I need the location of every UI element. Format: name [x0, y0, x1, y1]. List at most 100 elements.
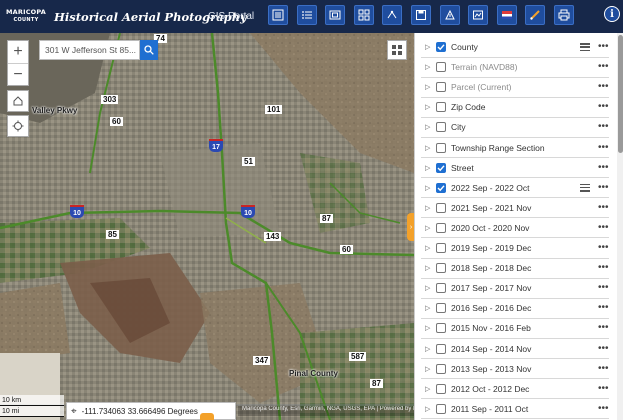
- drag-handle-icon[interactable]: [580, 224, 590, 232]
- more-options-icon[interactable]: •••: [598, 323, 612, 333]
- layer-row[interactable]: ▷ 2022 Sep - 2022 Oct •••: [415, 178, 614, 198]
- basemap-button[interactable]: [325, 5, 346, 25]
- more-options-icon[interactable]: •••: [598, 162, 612, 172]
- more-options-icon[interactable]: •••: [598, 363, 612, 373]
- drag-handle-icon[interactable]: [580, 204, 590, 212]
- drag-handle-icon[interactable]: [580, 123, 590, 131]
- expand-triangle-icon[interactable]: ▷: [425, 43, 433, 51]
- expand-triangle-icon[interactable]: ▷: [425, 324, 433, 332]
- layer-visibility-checkbox[interactable]: [436, 243, 446, 253]
- drag-handle-icon[interactable]: [580, 103, 590, 111]
- drag-handle-icon[interactable]: [580, 385, 590, 393]
- expand-triangle-icon[interactable]: ▷: [425, 385, 433, 393]
- more-options-icon[interactable]: •••: [598, 182, 612, 192]
- expand-triangle-icon[interactable]: ▷: [425, 103, 433, 111]
- expand-triangle-icon[interactable]: ▷: [425, 144, 433, 152]
- layer-visibility-checkbox[interactable]: [436, 283, 446, 294]
- layer-visibility-checkbox[interactable]: [436, 102, 446, 113]
- map-view[interactable]: 74 303 60 101 51 87 143 60 85 347 587 87…: [0, 33, 414, 420]
- layer-row[interactable]: ▷ 2011 Sep - 2011 Oct •••: [415, 399, 614, 419]
- expand-triangle-icon[interactable]: ▷: [425, 83, 433, 91]
- expand-bottom-tab[interactable]: [200, 413, 214, 420]
- widgets-button[interactable]: [353, 5, 374, 25]
- more-options-icon[interactable]: •••: [598, 142, 612, 152]
- layer-row[interactable]: ▷ Street •••: [415, 158, 614, 178]
- legend-button[interactable]: [268, 5, 288, 25]
- expand-triangle-icon[interactable]: ▷: [425, 164, 433, 172]
- more-options-icon[interactable]: •••: [598, 202, 612, 212]
- drag-handle-icon[interactable]: [580, 264, 590, 272]
- more-options-icon[interactable]: •••: [598, 222, 612, 232]
- layer-row[interactable]: ▷ 2016 Sep - 2016 Dec •••: [415, 298, 614, 318]
- select-button[interactable]: [439, 5, 460, 25]
- maricopa-county-logo[interactable]: MARICOPA COUNTY: [4, 0, 48, 33]
- more-options-icon[interactable]: •••: [598, 283, 612, 293]
- layer-visibility-checkbox[interactable]: [436, 182, 446, 193]
- expand-triangle-icon[interactable]: ▷: [425, 405, 433, 413]
- collapse-panel-tab[interactable]: ›: [407, 213, 414, 241]
- layer-row[interactable]: ▷ Terrain (NAVD88) •••: [415, 57, 614, 77]
- layer-row[interactable]: ▷ 2015 Nov - 2016 Feb •••: [415, 318, 614, 338]
- more-options-icon[interactable]: •••: [598, 122, 612, 132]
- expand-triangle-icon[interactable]: ▷: [425, 244, 433, 252]
- more-options-icon[interactable]: •••: [598, 383, 612, 393]
- layer-visibility-checkbox[interactable]: [436, 122, 446, 133]
- print-button[interactable]: [468, 5, 489, 25]
- more-options-icon[interactable]: •••: [598, 82, 612, 92]
- layer-visibility-checkbox[interactable]: [436, 343, 446, 354]
- expand-triangle-icon[interactable]: ▷: [425, 345, 433, 353]
- expand-triangle-icon[interactable]: ▷: [425, 284, 433, 292]
- drag-handle-icon[interactable]: [580, 63, 590, 71]
- drag-handle-icon[interactable]: [580, 345, 590, 353]
- layer-visibility-checkbox[interactable]: [436, 383, 446, 394]
- more-options-icon[interactable]: •••: [598, 403, 612, 413]
- layer-row[interactable]: ▷ 2020 Oct - 2020 Nov •••: [415, 218, 614, 238]
- drag-handle-icon[interactable]: [580, 284, 590, 292]
- drag-handle-icon[interactable]: [580, 244, 590, 252]
- more-options-icon[interactable]: •••: [598, 62, 612, 72]
- layer-row[interactable]: ▷ 2021 Sep - 2021 Nov •••: [415, 198, 614, 218]
- expand-triangle-icon[interactable]: ▷: [425, 304, 433, 312]
- layer-row[interactable]: ▷ Zip Code •••: [415, 97, 614, 117]
- draw-button[interactable]: [525, 5, 546, 25]
- expand-triangle-icon[interactable]: ▷: [425, 365, 433, 373]
- drag-handle-icon[interactable]: [580, 365, 590, 373]
- layer-visibility-checkbox[interactable]: [436, 323, 446, 334]
- zoom-out-button[interactable]: −: [8, 63, 28, 85]
- layer-visibility-checkbox[interactable]: [436, 303, 446, 314]
- layer-row[interactable]: ▷ 2018 Sep - 2018 Dec •••: [415, 258, 614, 278]
- drag-handle-icon[interactable]: [580, 144, 590, 152]
- layer-row[interactable]: ▷ 2013 Sep - 2013 Nov •••: [415, 359, 614, 379]
- more-options-icon[interactable]: •••: [598, 343, 612, 353]
- swipe-button[interactable]: [496, 5, 517, 25]
- layer-row[interactable]: ▷ Parcel (Current) •••: [415, 77, 614, 97]
- layer-visibility-checkbox[interactable]: [436, 62, 446, 73]
- search-button[interactable]: [140, 40, 158, 60]
- panel-scrollbar[interactable]: [617, 33, 623, 420]
- drag-handle-icon[interactable]: [580, 164, 590, 172]
- more-options-icon[interactable]: •••: [598, 263, 612, 273]
- layer-visibility-checkbox[interactable]: [436, 202, 446, 213]
- drag-handle-icon[interactable]: [580, 83, 590, 91]
- layer-row[interactable]: ▷ County •••: [415, 37, 614, 57]
- gis-portal-link[interactable]: GIS Portal: [208, 11, 254, 22]
- print-map-button[interactable]: [553, 5, 574, 25]
- expand-triangle-icon[interactable]: ▷: [425, 123, 433, 131]
- layer-row[interactable]: ▷ Township Range Section •••: [415, 138, 614, 158]
- layer-visibility-checkbox[interactable]: [436, 42, 446, 52]
- expand-triangle-icon[interactable]: ▷: [425, 264, 433, 272]
- more-options-icon[interactable]: •••: [598, 102, 612, 112]
- layer-row[interactable]: ▷ City •••: [415, 117, 614, 137]
- home-button[interactable]: [7, 90, 29, 112]
- layer-visibility-checkbox[interactable]: [436, 162, 446, 173]
- drag-handle-icon[interactable]: [580, 324, 590, 332]
- expand-triangle-icon[interactable]: ▷: [425, 224, 433, 232]
- overview-map-button[interactable]: [387, 40, 407, 60]
- expand-triangle-icon[interactable]: ▷: [425, 184, 433, 192]
- drag-handle-icon[interactable]: [580, 43, 590, 51]
- scrollbar-thumb[interactable]: [618, 35, 623, 153]
- layer-visibility-checkbox[interactable]: [436, 263, 446, 274]
- expand-triangle-icon[interactable]: ▷: [425, 204, 433, 212]
- layer-row[interactable]: ▷ 2012 Oct - 2012 Dec •••: [415, 379, 614, 399]
- layer-visibility-checkbox[interactable]: [436, 403, 446, 414]
